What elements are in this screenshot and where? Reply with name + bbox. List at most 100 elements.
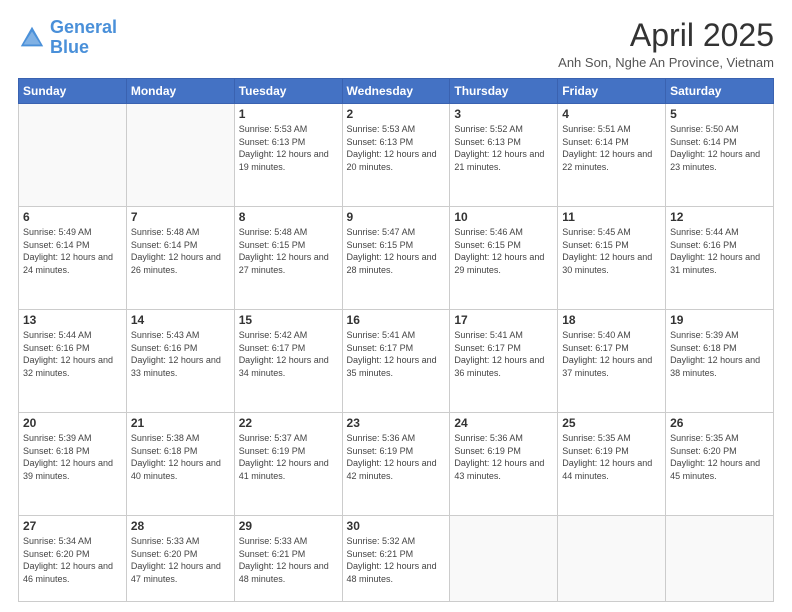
calendar-cell: 7 Sunrise: 5:48 AM Sunset: 6:14 PM Daylig… bbox=[126, 207, 234, 310]
calendar-cell bbox=[450, 516, 558, 602]
day-number: 21 bbox=[131, 416, 230, 430]
day-number: 4 bbox=[562, 107, 661, 121]
day-number: 18 bbox=[562, 313, 661, 327]
calendar-cell: 1 Sunrise: 5:53 AM Sunset: 6:13 PM Daylig… bbox=[234, 104, 342, 207]
calendar-cell: 17 Sunrise: 5:41 AM Sunset: 6:17 PM Dayli… bbox=[450, 310, 558, 413]
day-info: Sunrise: 5:41 AM Sunset: 6:17 PM Dayligh… bbox=[454, 329, 553, 379]
calendar-cell: 13 Sunrise: 5:44 AM Sunset: 6:16 PM Dayli… bbox=[19, 310, 127, 413]
day-info: Sunrise: 5:42 AM Sunset: 6:17 PM Dayligh… bbox=[239, 329, 338, 379]
calendar-cell: 28 Sunrise: 5:33 AM Sunset: 6:20 PM Dayli… bbox=[126, 516, 234, 602]
day-number: 22 bbox=[239, 416, 338, 430]
logo-line2: Blue bbox=[50, 38, 117, 58]
calendar-week-row: 13 Sunrise: 5:44 AM Sunset: 6:16 PM Dayli… bbox=[19, 310, 774, 413]
day-number: 10 bbox=[454, 210, 553, 224]
day-number: 12 bbox=[670, 210, 769, 224]
calendar-cell: 27 Sunrise: 5:34 AM Sunset: 6:20 PM Dayli… bbox=[19, 516, 127, 602]
day-info: Sunrise: 5:50 AM Sunset: 6:14 PM Dayligh… bbox=[670, 123, 769, 173]
calendar-cell: 3 Sunrise: 5:52 AM Sunset: 6:13 PM Daylig… bbox=[450, 104, 558, 207]
day-info: Sunrise: 5:43 AM Sunset: 6:16 PM Dayligh… bbox=[131, 329, 230, 379]
weekday-header: Monday bbox=[126, 79, 234, 104]
calendar-cell: 15 Sunrise: 5:42 AM Sunset: 6:17 PM Dayli… bbox=[234, 310, 342, 413]
day-info: Sunrise: 5:44 AM Sunset: 6:16 PM Dayligh… bbox=[670, 226, 769, 276]
day-info: Sunrise: 5:48 AM Sunset: 6:14 PM Dayligh… bbox=[131, 226, 230, 276]
calendar-cell: 14 Sunrise: 5:43 AM Sunset: 6:16 PM Dayli… bbox=[126, 310, 234, 413]
main-title: April 2025 bbox=[558, 18, 774, 53]
logo-line1: General bbox=[50, 17, 117, 37]
calendar-cell: 26Sunrise: 5:35 AM Sunset: 6:20 PM Dayli… bbox=[666, 413, 774, 516]
day-info: Sunrise: 5:51 AM Sunset: 6:14 PM Dayligh… bbox=[562, 123, 661, 173]
day-number: 11 bbox=[562, 210, 661, 224]
day-info: Sunrise: 5:53 AM Sunset: 6:13 PM Dayligh… bbox=[347, 123, 446, 173]
calendar-week-row: 20 Sunrise: 5:39 AM Sunset: 6:18 PM Dayli… bbox=[19, 413, 774, 516]
day-info: Sunrise: 5:39 AM Sunset: 6:18 PM Dayligh… bbox=[670, 329, 769, 379]
day-number: 24 bbox=[454, 416, 553, 430]
day-info: Sunrise: 5:35 AM Sunset: 6:20 PM Dayligh… bbox=[670, 432, 769, 482]
day-info: Sunrise: 5:47 AM Sunset: 6:15 PM Dayligh… bbox=[347, 226, 446, 276]
weekday-header: Tuesday bbox=[234, 79, 342, 104]
day-number: 14 bbox=[131, 313, 230, 327]
page: General Blue April 2025 Anh Son, Nghe An… bbox=[0, 0, 792, 612]
calendar-cell: 10 Sunrise: 5:46 AM Sunset: 6:15 PM Dayli… bbox=[450, 207, 558, 310]
day-info: Sunrise: 5:44 AM Sunset: 6:16 PM Dayligh… bbox=[23, 329, 122, 379]
calendar-cell bbox=[126, 104, 234, 207]
day-number: 25 bbox=[562, 416, 661, 430]
day-info: Sunrise: 5:39 AM Sunset: 6:18 PM Dayligh… bbox=[23, 432, 122, 482]
calendar-cell: 23 Sunrise: 5:36 AM Sunset: 6:19 PM Dayli… bbox=[342, 413, 450, 516]
day-number: 3 bbox=[454, 107, 553, 121]
logo-text: General Blue bbox=[50, 18, 117, 58]
calendar-cell: 6 Sunrise: 5:49 AM Sunset: 6:14 PM Daylig… bbox=[19, 207, 127, 310]
day-info: Sunrise: 5:53 AM Sunset: 6:13 PM Dayligh… bbox=[239, 123, 338, 173]
day-info: Sunrise: 5:52 AM Sunset: 6:13 PM Dayligh… bbox=[454, 123, 553, 173]
calendar-cell: 21Sunrise: 5:38 AM Sunset: 6:18 PM Dayli… bbox=[126, 413, 234, 516]
weekday-header: Wednesday bbox=[342, 79, 450, 104]
day-number: 6 bbox=[23, 210, 122, 224]
day-info: Sunrise: 5:49 AM Sunset: 6:14 PM Dayligh… bbox=[23, 226, 122, 276]
calendar-header-row: SundayMondayTuesdayWednesdayThursdayFrid… bbox=[19, 79, 774, 104]
day-info: Sunrise: 5:36 AM Sunset: 6:19 PM Dayligh… bbox=[347, 432, 446, 482]
weekday-header: Sunday bbox=[19, 79, 127, 104]
calendar-cell: 5 Sunrise: 5:50 AM Sunset: 6:14 PM Daylig… bbox=[666, 104, 774, 207]
day-number: 27 bbox=[23, 519, 122, 533]
calendar-cell: 18 Sunrise: 5:40 AM Sunset: 6:17 PM Dayli… bbox=[558, 310, 666, 413]
title-block: April 2025 Anh Son, Nghe An Province, Vi… bbox=[558, 18, 774, 70]
day-info: Sunrise: 5:33 AM Sunset: 6:20 PM Dayligh… bbox=[131, 535, 230, 585]
calendar-cell: 11Sunrise: 5:45 AM Sunset: 6:15 PM Dayli… bbox=[558, 207, 666, 310]
day-number: 17 bbox=[454, 313, 553, 327]
day-number: 7 bbox=[131, 210, 230, 224]
calendar-cell bbox=[558, 516, 666, 602]
calendar-cell: 2Sunrise: 5:53 AM Sunset: 6:13 PM Daylig… bbox=[342, 104, 450, 207]
calendar-cell: 22 Sunrise: 5:37 AM Sunset: 6:19 PM Dayli… bbox=[234, 413, 342, 516]
day-number: 13 bbox=[23, 313, 122, 327]
calendar-cell bbox=[666, 516, 774, 602]
calendar-week-row: 27 Sunrise: 5:34 AM Sunset: 6:20 PM Dayli… bbox=[19, 516, 774, 602]
calendar-table: SundayMondayTuesdayWednesdayThursdayFrid… bbox=[18, 78, 774, 602]
calendar-cell: 25Sunrise: 5:35 AM Sunset: 6:19 PM Dayli… bbox=[558, 413, 666, 516]
day-info: Sunrise: 5:41 AM Sunset: 6:17 PM Dayligh… bbox=[347, 329, 446, 379]
day-number: 30 bbox=[347, 519, 446, 533]
calendar-cell: 12 Sunrise: 5:44 AM Sunset: 6:16 PM Dayli… bbox=[666, 207, 774, 310]
day-number: 19 bbox=[670, 313, 769, 327]
day-number: 16 bbox=[347, 313, 446, 327]
day-info: Sunrise: 5:36 AM Sunset: 6:19 PM Dayligh… bbox=[454, 432, 553, 482]
logo-icon bbox=[18, 24, 46, 52]
day-info: Sunrise: 5:40 AM Sunset: 6:17 PM Dayligh… bbox=[562, 329, 661, 379]
logo: General Blue bbox=[18, 18, 117, 58]
calendar-week-row: 6 Sunrise: 5:49 AM Sunset: 6:14 PM Daylig… bbox=[19, 207, 774, 310]
day-number: 1 bbox=[239, 107, 338, 121]
day-info: Sunrise: 5:46 AM Sunset: 6:15 PM Dayligh… bbox=[454, 226, 553, 276]
day-number: 9 bbox=[347, 210, 446, 224]
weekday-header: Thursday bbox=[450, 79, 558, 104]
calendar-cell: 4 Sunrise: 5:51 AM Sunset: 6:14 PM Daylig… bbox=[558, 104, 666, 207]
weekday-header: Saturday bbox=[666, 79, 774, 104]
day-number: 28 bbox=[131, 519, 230, 533]
calendar-cell: 8Sunrise: 5:48 AM Sunset: 6:15 PM Daylig… bbox=[234, 207, 342, 310]
day-number: 5 bbox=[670, 107, 769, 121]
calendar-cell: 30Sunrise: 5:32 AM Sunset: 6:21 PM Dayli… bbox=[342, 516, 450, 602]
day-info: Sunrise: 5:34 AM Sunset: 6:20 PM Dayligh… bbox=[23, 535, 122, 585]
day-number: 20 bbox=[23, 416, 122, 430]
day-number: 15 bbox=[239, 313, 338, 327]
day-info: Sunrise: 5:37 AM Sunset: 6:19 PM Dayligh… bbox=[239, 432, 338, 482]
day-number: 23 bbox=[347, 416, 446, 430]
calendar-week-row: 1 Sunrise: 5:53 AM Sunset: 6:13 PM Daylig… bbox=[19, 104, 774, 207]
header: General Blue April 2025 Anh Son, Nghe An… bbox=[18, 18, 774, 70]
